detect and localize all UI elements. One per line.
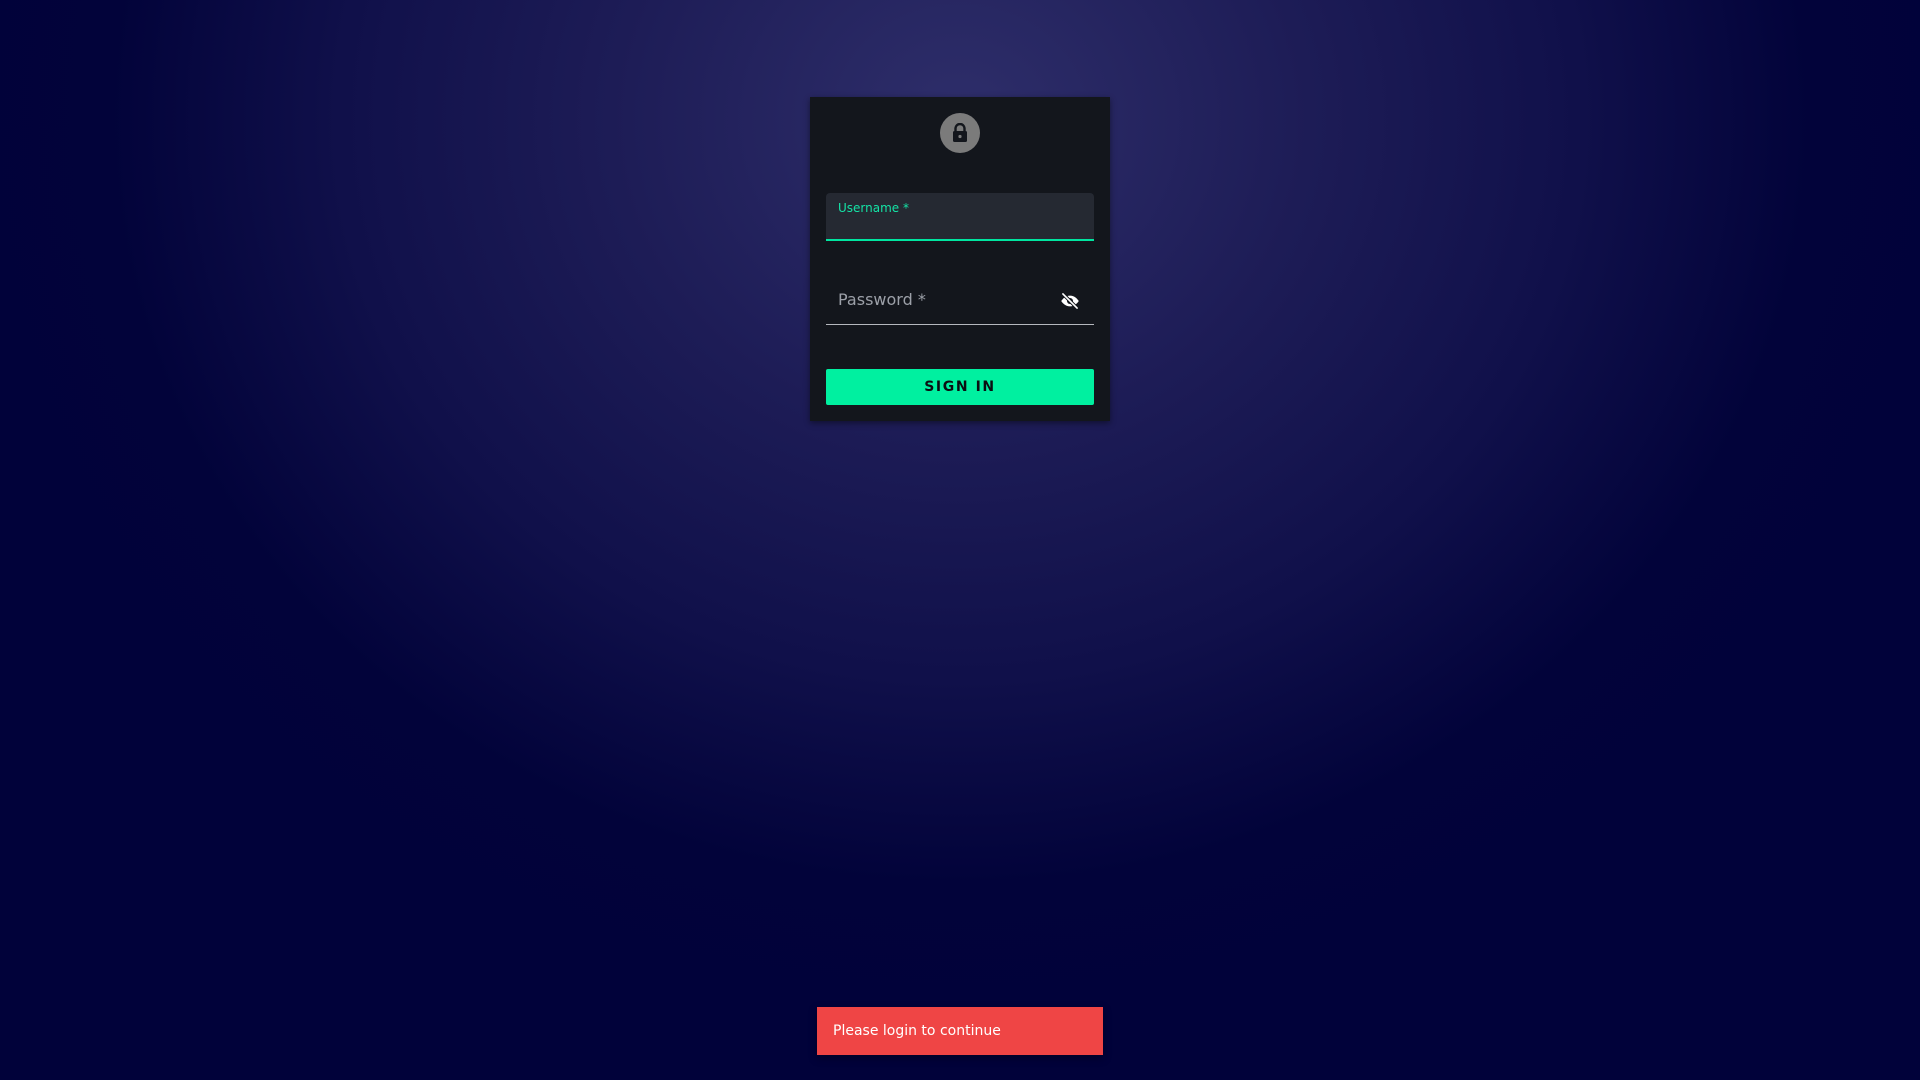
lock-avatar bbox=[940, 113, 980, 153]
sign-in-button[interactable]: SIGN IN bbox=[826, 369, 1094, 405]
username-input[interactable] bbox=[838, 217, 1082, 235]
toast-message: Please login to continue bbox=[833, 1023, 1001, 1039]
password-visibility-toggle[interactable] bbox=[1058, 289, 1082, 313]
lock-icon bbox=[953, 123, 967, 142]
username-label: Username * bbox=[838, 201, 909, 215]
login-required-toast: Please login to continue bbox=[817, 1007, 1103, 1055]
login-card: Username * Password * SIGN IN bbox=[810, 97, 1110, 421]
username-field[interactable]: Username * bbox=[826, 193, 1094, 241]
password-field[interactable]: Password * bbox=[826, 277, 1094, 325]
password-input[interactable] bbox=[838, 291, 1038, 311]
visibility-off-icon bbox=[1061, 292, 1079, 310]
